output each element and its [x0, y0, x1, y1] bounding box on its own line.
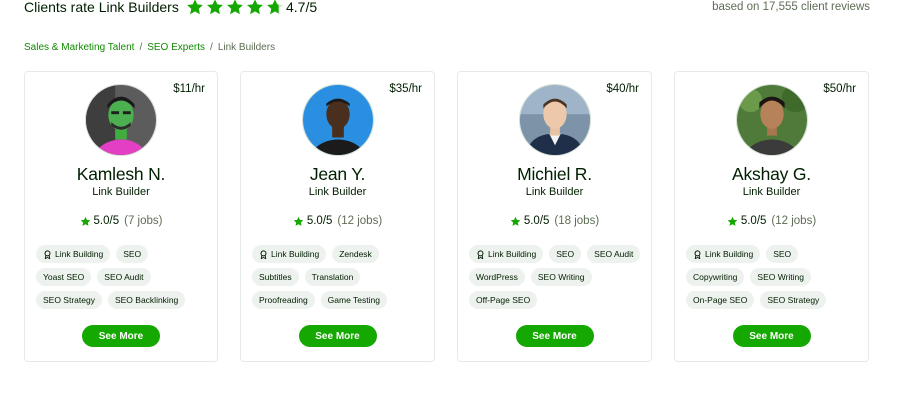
freelancer-name[interactable]: Jean Y.: [241, 164, 434, 185]
see-more-button[interactable]: See More: [732, 325, 811, 347]
avatar[interactable]: [518, 84, 591, 156]
star-icon: [247, 0, 263, 15]
skill-label: Link Building: [271, 249, 320, 259]
breadcrumb: Sales & Marketing Talent / SEO Experts /…: [24, 42, 275, 53]
star-half-icon: [267, 0, 283, 15]
award-badge-icon: [694, 249, 701, 259]
skill-label: Link Building: [488, 249, 537, 259]
skill-chip[interactable]: SEO Strategy: [760, 291, 827, 309]
skill-list: Link Building SEO SEO Audit WordPress SE…: [469, 245, 643, 309]
rating-summary: Clients rate Link Builders 4.7/5 based o…: [24, 0, 870, 16]
breadcrumb-current: Link Builders: [217, 42, 276, 53]
hourly-rate: $35/hr: [389, 83, 422, 95]
star-icon: [293, 216, 304, 226]
avatar[interactable]: [735, 84, 808, 156]
freelancer-role: Link Builder: [92, 186, 150, 198]
rating-value: 5.0/5: [740, 215, 767, 227]
skill-chip[interactable]: Subtitles: [252, 268, 299, 286]
skill-chip[interactable]: SEO Writing: [750, 268, 812, 286]
profile-photo: [736, 85, 807, 155]
profile-photo: [86, 85, 156, 155]
rating-score: 4.7/5: [286, 0, 318, 15]
freelancer-role: Link Builder: [742, 186, 801, 198]
freelancer-cards: $11/hr Kamlesh N. Link Builder 5.0/5 (7 …: [24, 71, 869, 362]
freelancer-rating: 5.0/5 (7 jobs): [25, 215, 217, 227]
freelancer-card[interactable]: $50/hr Akshay G. Link Builder 5.0/5 (12 …: [674, 71, 869, 362]
skill-chip[interactable]: Link Building: [252, 245, 327, 263]
job-count: (7 jobs): [124, 215, 163, 227]
skill-chip[interactable]: SEO: [766, 245, 799, 263]
job-count: (12 jobs): [771, 215, 817, 227]
skill-chip[interactable]: SEO Strategy: [36, 291, 102, 309]
job-count: (18 jobs): [554, 215, 600, 227]
avatar[interactable]: [301, 84, 374, 156]
skill-list: Link Building SEO Copywriting SEO Writin…: [686, 245, 860, 309]
skill-chip[interactable]: SEO Backlinking: [107, 291, 186, 309]
skill-chip[interactable]: WordPress: [469, 268, 525, 286]
freelancer-card[interactable]: $35/hr Jean Y. Link Builder 5.0/5 (12 jo…: [240, 71, 435, 362]
freelancer-rating: 5.0/5 (18 jobs): [458, 215, 651, 227]
award-badge-icon: [477, 249, 484, 259]
hourly-rate: $50/hr: [823, 83, 856, 95]
skill-chip[interactable]: SEO: [116, 245, 149, 263]
skill-chip[interactable]: SEO Audit: [97, 268, 151, 286]
skill-chip[interactable]: Copywriting: [686, 268, 745, 286]
freelancer-role: Link Builder: [525, 186, 584, 198]
hourly-rate: $40/hr: [606, 83, 639, 95]
avatar[interactable]: [85, 84, 157, 156]
rating-stars: [186, 0, 284, 16]
skill-chip[interactable]: Link Building: [36, 245, 111, 263]
skill-chip[interactable]: SEO Audit: [587, 245, 641, 263]
job-count: (12 jobs): [337, 215, 383, 227]
rating-value: 5.0/5: [93, 215, 120, 227]
freelancer-card[interactable]: $40/hr Michiel R. Link Builder 5.0/5 (18…: [457, 71, 652, 362]
hourly-rate: $11/hr: [173, 83, 205, 95]
see-more-button[interactable]: See More: [298, 325, 377, 347]
star-icon: [227, 0, 243, 15]
breadcrumb-separator: /: [210, 42, 213, 53]
freelancer-name[interactable]: Kamlesh N.: [25, 164, 217, 185]
award-badge-icon: [260, 249, 267, 259]
star-icon: [727, 216, 738, 226]
star-icon: [80, 216, 90, 226]
skill-label: Link Building: [705, 249, 754, 259]
freelancer-role: Link Builder: [308, 186, 367, 198]
skill-chip[interactable]: SEO: [549, 245, 582, 263]
freelancer-rating: 5.0/5 (12 jobs): [241, 215, 434, 227]
freelancer-card[interactable]: $11/hr Kamlesh N. Link Builder 5.0/5 (7 …: [24, 71, 218, 362]
skill-chip[interactable]: Link Building: [686, 245, 761, 263]
skill-chip[interactable]: Zendesk: [332, 245, 379, 263]
skill-chip[interactable]: Game Testing: [320, 291, 387, 309]
profile-photo: [519, 85, 590, 155]
rating-value: 5.0/5: [523, 215, 550, 227]
star-icon: [187, 0, 203, 15]
skill-chip[interactable]: Translation: [304, 268, 361, 286]
see-more-button[interactable]: See More: [82, 325, 160, 347]
star-icon: [510, 216, 521, 226]
breadcrumb-separator: /: [139, 42, 143, 53]
skill-chip[interactable]: Off-Page SEO: [469, 291, 538, 309]
skill-chip[interactable]: On-Page SEO: [686, 291, 755, 309]
freelancer-name[interactable]: Akshay G.: [675, 164, 868, 185]
profile-photo: [302, 85, 373, 155]
see-more-button[interactable]: See More: [515, 325, 594, 347]
skill-list: Link Building Zendesk Subtitles Translat…: [252, 245, 426, 309]
skill-chip[interactable]: Proofreading: [252, 291, 315, 309]
skill-chip[interactable]: Link Building: [469, 245, 544, 263]
skill-chip[interactable]: SEO Writing: [530, 268, 592, 286]
freelancer-rating: 5.0/5 (12 jobs): [675, 215, 868, 227]
breadcrumb-seo-experts[interactable]: SEO Experts: [147, 42, 205, 53]
star-icon: [207, 0, 223, 15]
breadcrumb-sales-marketing[interactable]: Sales & Marketing Talent: [24, 42, 134, 53]
review-count: based on 17,555 client reviews: [712, 1, 870, 13]
freelancer-name[interactable]: Michiel R.: [458, 164, 651, 185]
skill-chip[interactable]: Yoast SEO: [36, 268, 92, 286]
rating-title: Clients rate Link Builders: [24, 0, 179, 15]
award-badge-icon: [44, 249, 51, 259]
skill-label: Link Building: [55, 249, 104, 259]
skill-list: Link Building SEO Yoast SEO SEO Audit SE…: [36, 245, 209, 309]
rating-value: 5.0/5: [306, 215, 333, 227]
